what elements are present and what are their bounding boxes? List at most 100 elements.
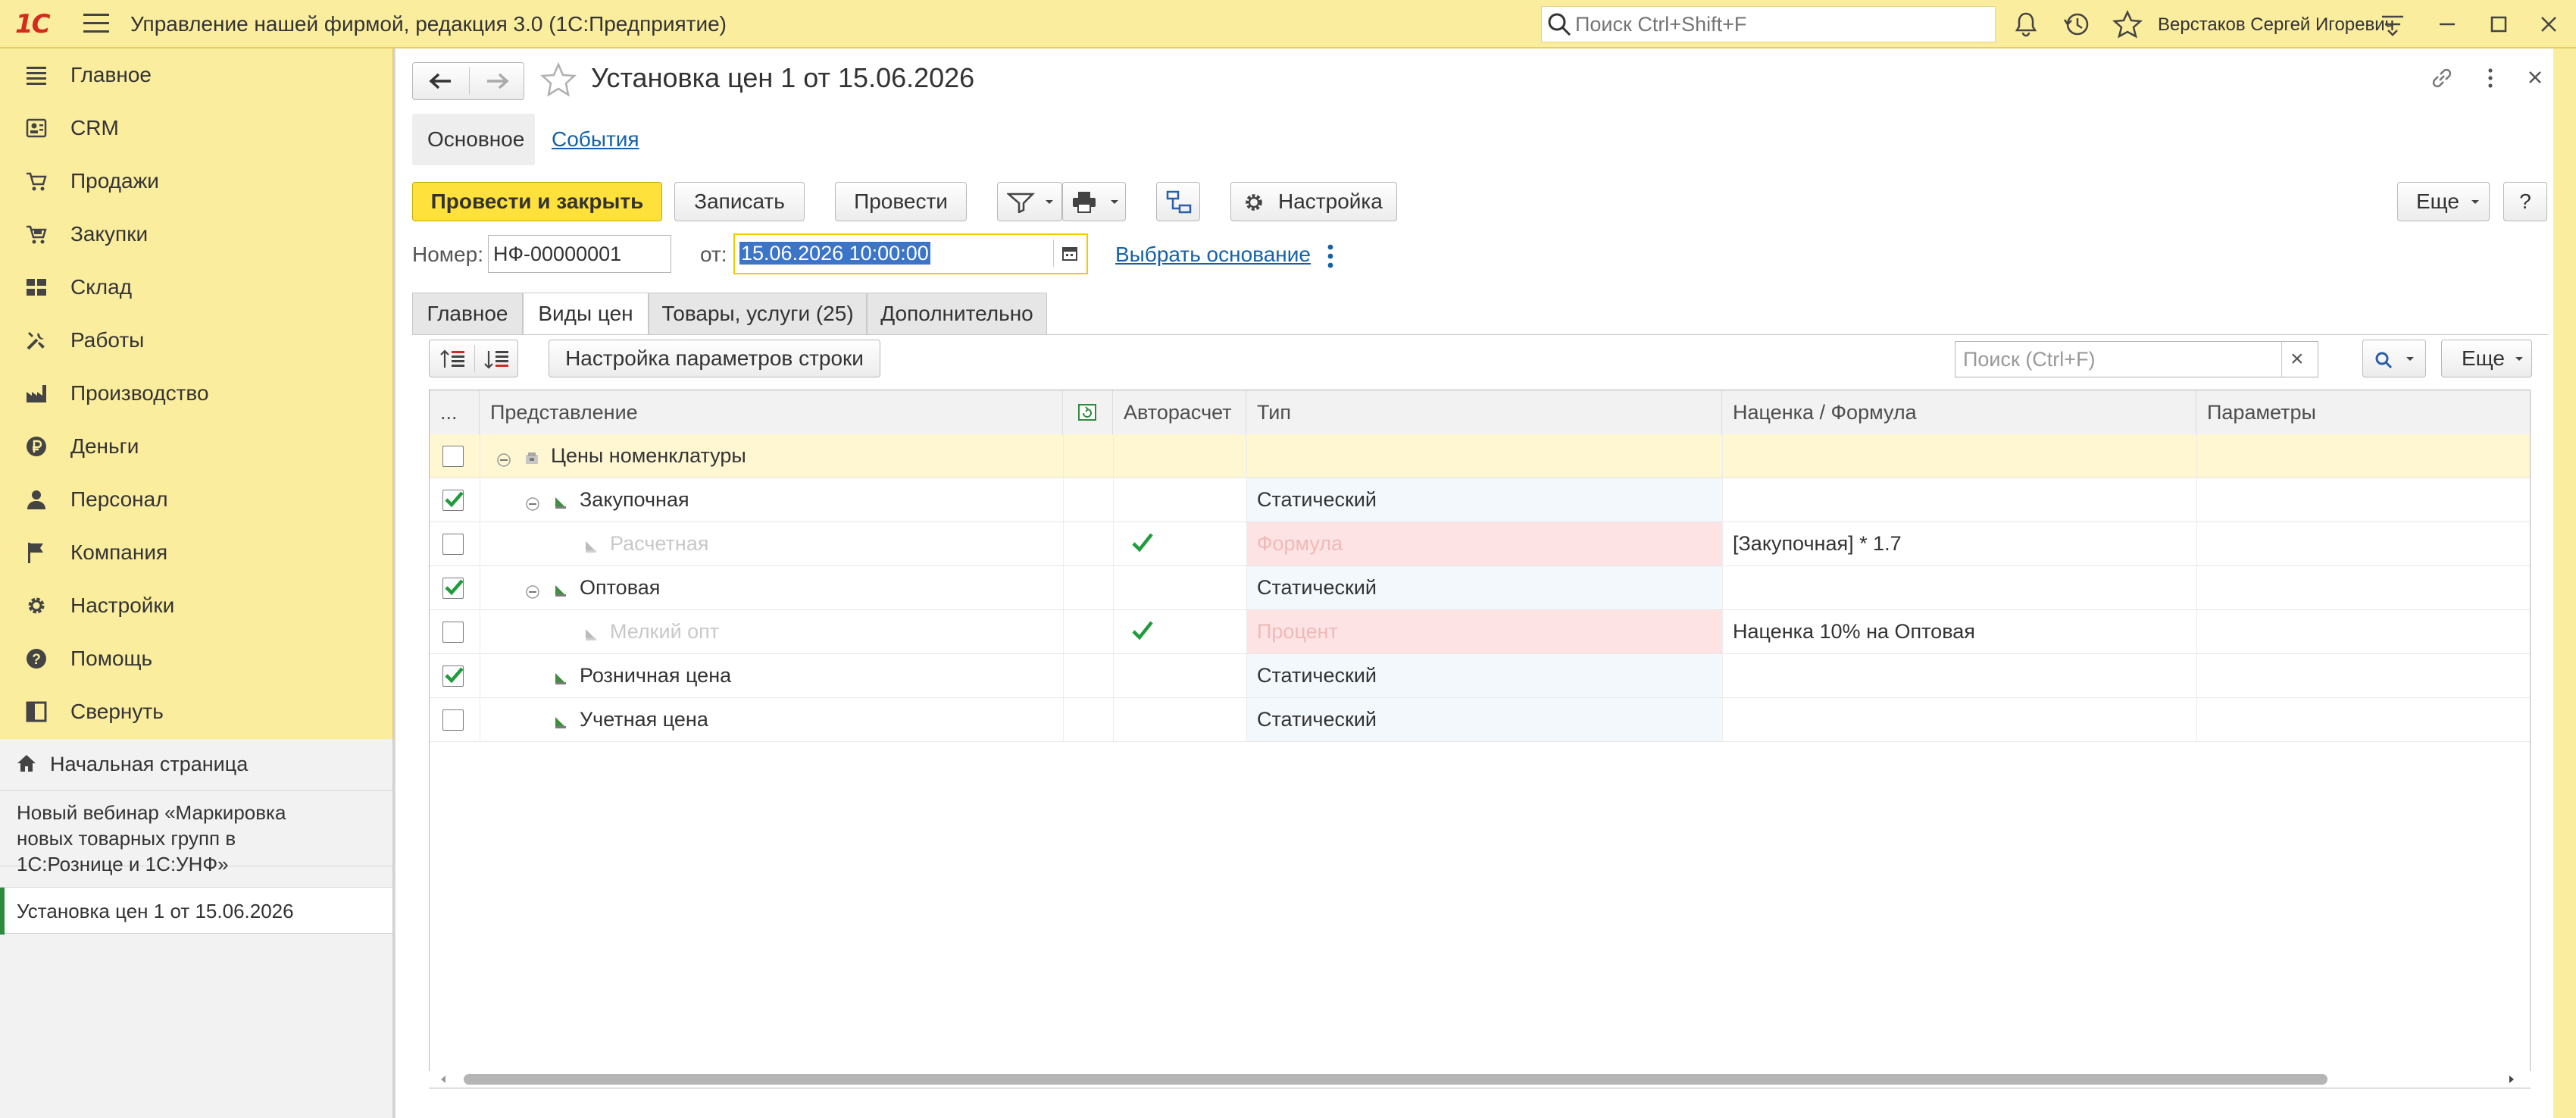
row-checkbox[interactable] (442, 665, 464, 687)
sidebar-item-help[interactable]: ? Помощь (0, 632, 392, 685)
col-auto[interactable]: Авторасчет (1113, 390, 1246, 434)
scrollbar-thumb[interactable] (464, 1074, 2327, 1085)
bell-icon[interactable] (2011, 9, 2041, 39)
select-basis-link[interactable]: Выбрать основание (1115, 243, 1311, 267)
minimize-icon[interactable] (2432, 9, 2462, 39)
cell-name: Расчетная (610, 532, 709, 555)
row-checkbox[interactable] (442, 622, 464, 643)
close-form-icon[interactable] (2523, 65, 2547, 89)
back-arrow-icon[interactable] (428, 72, 452, 90)
tab-main[interactable]: Главное (412, 293, 523, 335)
filter-dropdown-button[interactable] (997, 182, 1062, 221)
search-options-button[interactable] (2362, 340, 2426, 377)
collapse-icon[interactable] (496, 449, 511, 467)
post-and-close-button[interactable]: Провести и закрыть (412, 182, 662, 221)
price-type-icon (552, 580, 569, 597)
more-vertical-icon[interactable] (1321, 241, 1340, 271)
sidebar-item-production[interactable]: Производство (0, 367, 392, 420)
table-row[interactable]: Оптовая Статический (430, 566, 2530, 610)
number-field[interactable]: НФ-00000001 (488, 235, 671, 273)
more-button[interactable]: Еще (2397, 182, 2490, 221)
save-button[interactable]: Записать (674, 182, 805, 221)
column-divider (1246, 434, 1247, 742)
sidebar-item-staff[interactable]: Персонал (0, 473, 392, 526)
col-params[interactable]: Параметры (2196, 390, 2530, 434)
scroll-left-icon[interactable] (439, 1075, 447, 1084)
clear-search-icon[interactable]: × (2290, 346, 2304, 372)
sidebar-item-warehouse[interactable]: Склад (0, 261, 392, 314)
webinar-item[interactable]: Новый вебинар «Маркировка новых товарных… (0, 791, 392, 875)
date-label: от: (700, 243, 727, 266)
col-name[interactable]: Представление (480, 390, 1063, 434)
row-checkbox[interactable] (442, 578, 464, 599)
print-dropdown-button[interactable] (1062, 182, 1126, 221)
sidebar-item-settings[interactable]: Настройки (0, 579, 392, 632)
tabs-divider (412, 334, 2549, 335)
price-type-icon (552, 492, 569, 509)
move-down-icon[interactable] (483, 348, 511, 371)
sidebar-item-money[interactable]: Деньги (0, 420, 392, 473)
help-button[interactable]: ? (2503, 182, 2547, 221)
tab-goods-services[interactable]: Товары, услуги (25) (649, 293, 867, 335)
table-row[interactable]: Закупочная Статический (430, 478, 2530, 522)
sidebar-item-collapse[interactable]: Свернуть (0, 685, 392, 738)
tab-additional[interactable]: Дополнительно (867, 293, 1047, 335)
sidebar-item-works[interactable]: Работы (0, 314, 392, 367)
user-name[interactable]: Верстаков Сергей Игоревич (2158, 14, 2394, 36)
table-row[interactable]: Розничная цена Статический (430, 654, 2530, 698)
horizontal-scrollbar[interactable] (429, 1071, 2531, 1088)
table-row[interactable]: Мелкий опт Процент Наценка 10% на Оптовая (430, 610, 2530, 654)
move-up-icon[interactable] (439, 348, 467, 371)
link-icon[interactable] (2428, 64, 2456, 92)
table-more-button[interactable]: Еще (2441, 340, 2532, 377)
collapse-icon[interactable] (525, 493, 540, 511)
favorite-star-icon[interactable] (539, 61, 577, 99)
close-app-icon[interactable] (2534, 9, 2564, 39)
current-document-item[interactable]: Установка цен 1 от 15.06.2026 (0, 887, 392, 935)
global-search-input[interactable] (1575, 11, 1984, 37)
forward-arrow-icon[interactable] (486, 72, 510, 90)
post-button[interactable]: Провести (835, 182, 967, 221)
tab-main-section[interactable]: Основное (412, 114, 535, 165)
row-settings-button[interactable]: Настройка параметров строки (549, 340, 880, 377)
tab-price-types[interactable]: Виды цен (523, 293, 649, 335)
row-checkbox[interactable] (442, 490, 464, 511)
row-checkbox[interactable] (442, 446, 464, 467)
history-icon[interactable] (2062, 9, 2092, 39)
sidebar-item-crm[interactable]: CRM (0, 102, 392, 155)
collapse-icon[interactable] (525, 581, 540, 599)
tab-events-link[interactable]: События (552, 127, 639, 152)
col-mark[interactable]: ... (430, 390, 480, 434)
settings-lines-icon[interactable] (2377, 9, 2408, 39)
global-search-box[interactable] (1541, 6, 1996, 42)
folder-icon (524, 448, 540, 465)
chevron-down-icon (2515, 357, 2523, 361)
sidebar-item-company[interactable]: Компания (0, 526, 392, 579)
more-label: Еще (2416, 189, 2459, 213)
maximize-icon[interactable] (2484, 9, 2514, 39)
checkmark-icon (445, 667, 464, 684)
main-menu-icon[interactable] (83, 14, 109, 35)
table-row[interactable]: Учетная цена Статический (430, 698, 2530, 742)
row-checkbox[interactable] (442, 709, 464, 731)
more-vertical-icon[interactable] (2479, 64, 2502, 92)
col-markup[interactable]: Наценка / Формула (1722, 390, 2196, 434)
structure-button[interactable] (1156, 182, 1200, 221)
date-field[interactable]: 15.06.2026 10:00:00 (733, 233, 1088, 274)
cell-markup (1722, 478, 1733, 521)
favorites-star-icon[interactable] (2112, 9, 2143, 39)
scroll-right-icon[interactable] (2508, 1075, 2515, 1084)
settings-button[interactable]: Настройка (1230, 182, 1397, 221)
row-checkbox[interactable] (442, 534, 464, 555)
sidebar-item-sales[interactable]: Продажи (0, 155, 392, 208)
col-type[interactable]: Тип (1246, 390, 1722, 434)
table-row[interactable]: Цены номенклатуры (430, 434, 2530, 478)
sidebar-item-purchases[interactable]: Закупки (0, 208, 392, 261)
auto-calc-check-icon (1131, 618, 1154, 644)
table-search-field[interactable]: Поиск (Ctrl+F) × (1955, 341, 2318, 377)
sidebar-item-main[interactable]: Главное (0, 49, 392, 102)
col-icon[interactable] (1063, 390, 1113, 434)
table-row[interactable]: Расчетная Формула [Закупочная] * 1.7 (430, 522, 2530, 566)
home-page-item[interactable]: Начальная страница (0, 739, 392, 791)
calendar-icon[interactable] (1061, 244, 1079, 262)
